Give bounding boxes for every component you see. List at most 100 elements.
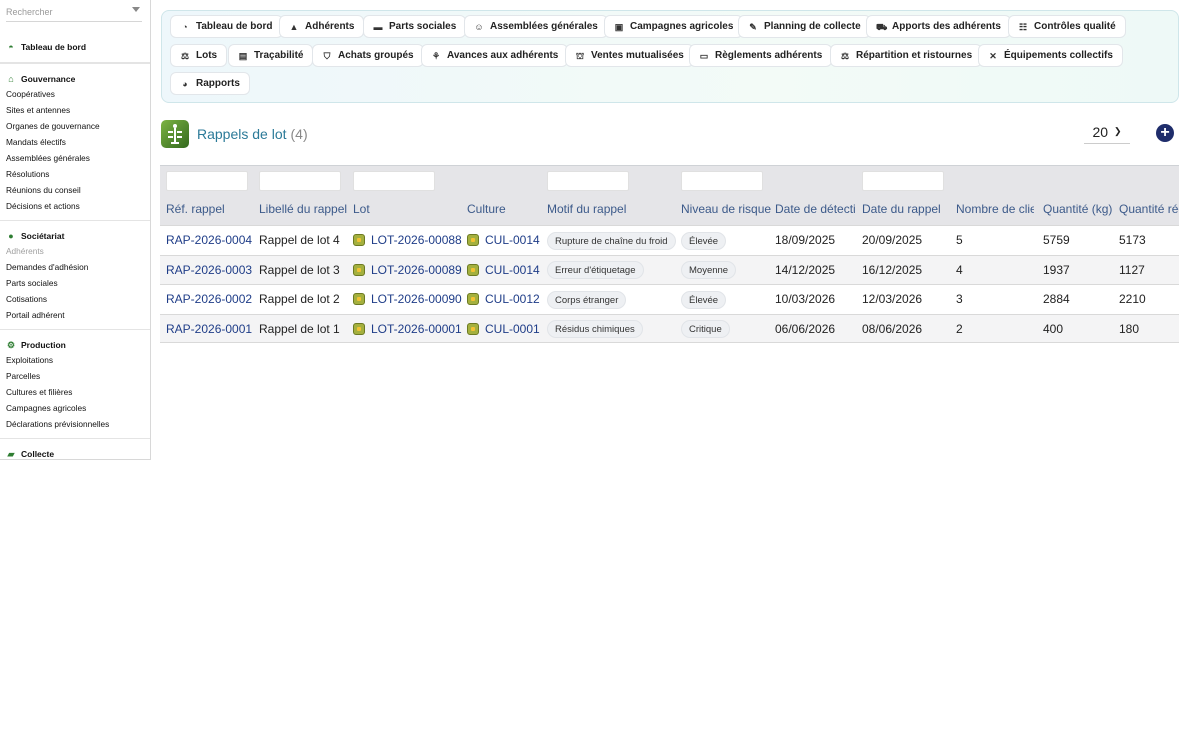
sidebar-item[interactable]: Cultures et filières — [6, 384, 150, 400]
table-header: Réf. rappel Libellé du rappel Lot Culture Mo… — [160, 165, 1179, 225]
column-header[interactable]: Date du rappel — [862, 202, 941, 216]
toolbar-button[interactable]: ✎ Planning de collecte — [738, 15, 871, 38]
search-input[interactable] — [6, 3, 142, 21]
sidebar-item[interactable]: Portail adhérent — [6, 307, 150, 323]
toolbar-button[interactable]: ▭ Règlements adhérents — [689, 44, 833, 67]
column-header[interactable]: Date de détection — [775, 202, 855, 216]
search-box[interactable] — [6, 2, 142, 22]
table-cell-culture[interactable]: CUL-0014 — [467, 226, 540, 255]
column-filter-input[interactable] — [547, 171, 629, 191]
toolbar-button[interactable]: ⛫ Ventes mutualisées — [565, 44, 694, 67]
column-header[interactable]: Nombre de clients — [956, 202, 1034, 216]
column-filter-input[interactable] — [259, 171, 341, 191]
toolbar-button-label: Avances aux adhérents — [447, 50, 559, 61]
toolbar-button[interactable]: ⚘ Avances aux adhérents — [421, 44, 569, 67]
sidebar-item[interactable]: Parcelles — [6, 368, 150, 384]
table-cell-qte: 400 — [1043, 321, 1064, 336]
cell-text: LOT-2026-00090 — [371, 292, 462, 306]
page-size-select[interactable]: 20 ❯ — [1084, 120, 1130, 144]
cell-text: CUL-0014 — [485, 233, 540, 247]
sidebar-item[interactable]: Exploitations — [6, 352, 150, 368]
sidebar-item[interactable]: Sites et antennes — [6, 102, 150, 118]
sidebar-item[interactable]: Campagnes agricoles — [6, 400, 150, 416]
bank-icon: ⌂ — [8, 74, 14, 84]
cell-text: CUL-0014 — [485, 262, 540, 277]
table-cell-lot[interactable]: LOT-2026-00088 — [353, 226, 462, 255]
column-header[interactable]: Quantité (kg) — [1043, 202, 1112, 216]
table-cell-ref[interactable]: RAP-2026-0003 — [166, 256, 252, 285]
toolbar-button-label: Planning de collecte — [764, 21, 861, 32]
table-row[interactable]: RAP-2026-0002 Rappel de lot 2 LOT-2026-000… — [160, 284, 1179, 314]
column-filter-input[interactable] — [166, 171, 248, 191]
toolbar-button[interactable]: ▬ Parts sociales — [363, 15, 467, 38]
toolbar-button[interactable]: ◕ Rapports — [170, 72, 250, 95]
table-cell-qte: 2884 — [1043, 292, 1070, 306]
toolbar-button[interactable]: ▲ Adhérents — [279, 15, 365, 38]
table-row[interactable]: RAP-2026-0001 Rappel de lot 1 LOT-2026-000… — [160, 313, 1179, 344]
column-header[interactable]: Niveau de risque — [681, 202, 771, 216]
table-cell-culture[interactable]: CUL-0014 — [467, 256, 540, 285]
column-header[interactable]: Libellé du rappel — [259, 202, 347, 216]
toolbar-button[interactable]: ⚖ Lots — [170, 44, 228, 67]
column-filter-input[interactable] — [862, 171, 944, 191]
cell-text: LOT-2026-00088 — [371, 233, 462, 247]
toolbar-button-label: Équipements collectifs — [1004, 50, 1113, 61]
column-filter-input[interactable] — [353, 171, 435, 191]
sidebar-item[interactable]: Cotisations — [6, 291, 150, 307]
toolbar-button-label: Ventes mutualisées — [591, 50, 684, 61]
table-cell-lot[interactable]: LOT-2026-00090 — [353, 285, 462, 314]
table-cell-ref[interactable]: RAP-2026-0001 — [166, 315, 252, 344]
toolbar-button[interactable]: ☷ Contrôles qualité — [1008, 15, 1126, 38]
toolbar-button[interactable]: ◔ Tableau de bord — [170, 15, 283, 38]
sidebar-item[interactable]: Demandes d'adhésion — [6, 259, 150, 275]
sidebar-section-header[interactable]: ▰ Collecte — [6, 447, 150, 459]
sidebar-item[interactable]: Coopératives — [6, 86, 150, 102]
column-filter-input[interactable] — [681, 171, 763, 191]
table-cell-ref[interactable]: RAP-2026-0004 — [166, 226, 252, 255]
table-cell-culture[interactable]: CUL-0012 — [467, 285, 540, 314]
toolbar-button[interactable]: ▣ Campagnes agricoles — [604, 15, 744, 38]
sidebar-item[interactable]: Parts sociales — [6, 275, 150, 291]
column-header[interactable]: Culture — [467, 202, 506, 216]
table-row[interactable]: RAP-2026-0003 Rappel de lot 3 LOT-2026-000… — [160, 254, 1179, 285]
sidebar-item[interactable]: Assemblées générales — [6, 150, 150, 166]
toolbar-button[interactable]: ☺ Assemblées générales — [464, 15, 608, 38]
toolbar-button[interactable]: ⚖ Répartition et ristournes — [830, 44, 983, 67]
column-header[interactable]: Lot — [353, 202, 370, 216]
sidebar-item[interactable]: Adhérents — [6, 243, 150, 259]
column-header[interactable]: Quantité récupérée — [1119, 202, 1179, 216]
sidebar-section: ▰ Collecte — [0, 438, 150, 459]
toolbar-button[interactable]: ▤ Traçabilité — [228, 44, 314, 67]
chevron-down-icon[interactable] — [132, 7, 140, 12]
toolbar-button-label: Lots — [196, 50, 218, 61]
sidebar-item[interactable]: Réunions du conseil — [6, 182, 150, 198]
sidebar-section-header[interactable]: ⌂ Gouvernance — [6, 72, 150, 86]
module-icon: ◔ — [182, 21, 188, 32]
sidebar-item-dashboard[interactable]: ◓ Tableau de bord — [0, 34, 150, 63]
sidebar-item[interactable]: Déclarations prévisionnelles — [6, 416, 150, 432]
add-record-button[interactable]: + — [1156, 124, 1174, 142]
cell-text: LOT-2026-00089 — [371, 262, 462, 277]
table-cell-culture[interactable]: CUL-0001 — [467, 315, 540, 344]
sidebar-item[interactable]: Organes de gouvernance — [6, 118, 150, 134]
tractor-icon: ⚙ — [6, 340, 16, 350]
table-cell-lot[interactable]: LOT-2026-00001 — [353, 315, 462, 344]
module-icon: ⛉ — [323, 50, 331, 61]
toolbar-button[interactable]: ⛟ Apports des adhérents — [866, 15, 1011, 38]
toolbar-button[interactable]: ✕ Équipements collectifs — [978, 44, 1123, 67]
sidebar-item[interactable]: Résolutions — [6, 166, 150, 182]
sidebar-item[interactable]: Mandats électifs — [6, 134, 150, 150]
table-cell-rappel: 20/09/2025 — [862, 233, 923, 247]
sidebar-section-header[interactable]: ● Sociétariat — [6, 229, 150, 243]
module-icon: ▬ — [373, 21, 383, 32]
toolbar-button[interactable]: ⛉ Achats groupés — [312, 44, 424, 67]
table-cell-ref[interactable]: RAP-2026-0002 — [166, 285, 252, 314]
table-cell-lot[interactable]: LOT-2026-00089 — [353, 256, 462, 285]
sidebar-item[interactable]: Décisions et actions — [6, 198, 150, 214]
table-row[interactable]: RAP-2026-0004 Rappel de lot 4 LOT-2026-000… — [160, 225, 1179, 255]
sidebar-section-header[interactable]: ⚙ Production — [6, 338, 150, 352]
column-header[interactable]: Réf. rappel — [166, 202, 225, 216]
column-header[interactable]: Motif du rappel — [547, 202, 626, 216]
table-cell-label: Rappel de lot 3 — [259, 262, 340, 277]
lot-icon — [353, 263, 365, 276]
